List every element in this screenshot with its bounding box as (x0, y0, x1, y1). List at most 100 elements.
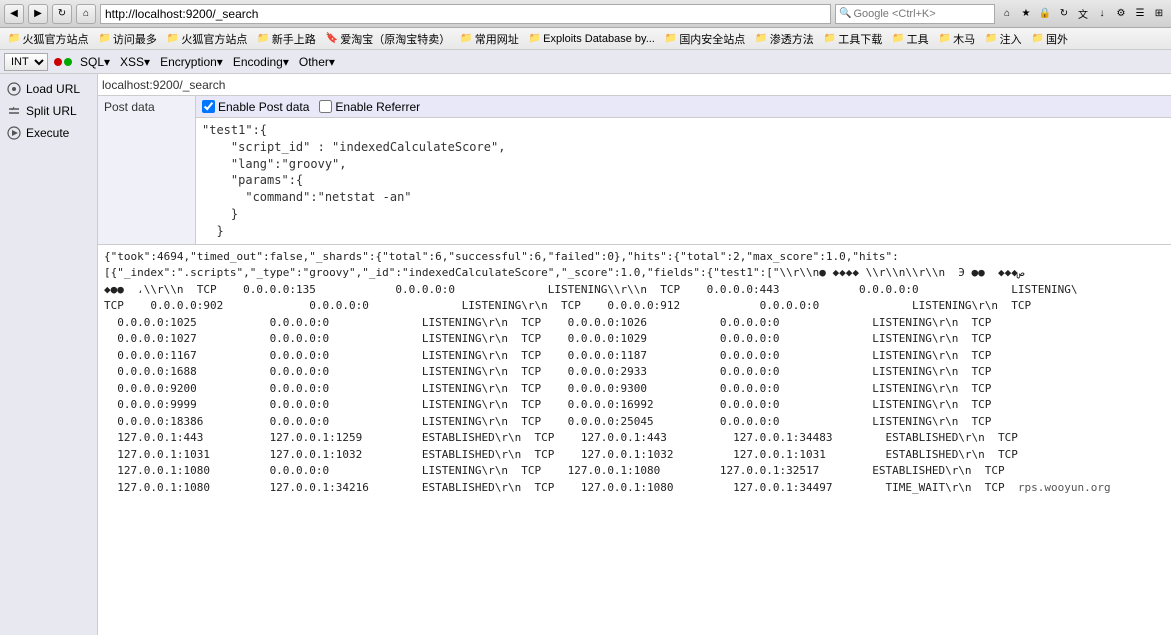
bookmark-label: 渗透方法 (770, 31, 814, 47)
enable-referrer-text: Enable Referrer (335, 100, 420, 114)
post-data-section: Post data Enable Post data Enable Referr… (98, 96, 1171, 245)
forward-button[interactable]: ▶ (28, 4, 48, 24)
bookmark-label: 新手上路 (272, 31, 316, 47)
bookmark-label: 访问最多 (113, 31, 157, 47)
bookmark-common[interactable]: 📁 常用网址 (456, 30, 522, 48)
home-button[interactable]: ⌂ (76, 4, 96, 24)
bookmark-label: 国内安全站点 (679, 31, 745, 47)
bookmark-foreign[interactable]: 📁 国外 (1028, 30, 1072, 48)
bookmark-label: 工具下载 (838, 31, 882, 47)
reload-button[interactable]: ↻ (52, 4, 72, 24)
result-line-11: 0.0.0.0:18386 0.0.0.0:0 LISTENING\r\n TC… (104, 414, 1165, 431)
bookmark-folder-icon: 📁 (167, 33, 179, 44)
xss-menu[interactable]: XSS▾ (118, 54, 152, 70)
home-icon[interactable]: ⌂ (999, 6, 1015, 22)
bookmark-folder-icon: 📁 (1032, 33, 1044, 44)
status-indicators (54, 58, 72, 66)
bookmark-folder-icon: 📁 (460, 33, 472, 44)
result-line-8: 0.0.0.0:1688 0.0.0.0:0 LISTENING\r\n TCP… (104, 364, 1165, 381)
bookmark-security[interactable]: 📁 国内安全站点 (661, 30, 749, 48)
bookmark-folder-icon: 📁 (8, 33, 20, 44)
bookmark-taobao[interactable]: 🔖 爱淘宝（原淘宝特卖） (322, 30, 454, 48)
execute-action[interactable]: Execute (0, 122, 97, 144)
green-dot (64, 58, 72, 66)
execute-label: Execute (26, 126, 69, 140)
enable-post-label[interactable]: Enable Post data (202, 100, 309, 114)
red-dot (54, 58, 62, 66)
enable-referrer-label[interactable]: Enable Referrer (319, 100, 420, 114)
load-url-label: Load URL (26, 82, 80, 96)
left-panel: Load URL Split URL Execute (0, 74, 98, 635)
main-layout: Load URL Split URL Execute (0, 74, 1171, 635)
bookmark-folder-icon: 📁 (665, 33, 677, 44)
enable-post-checkbox[interactable] (202, 100, 215, 113)
int-toolbar: INT SQL▾ XSS▾ Encryption▾ Encoding▾ Othe… (0, 50, 1171, 74)
split-url-action[interactable]: Split URL (0, 100, 97, 122)
menu-icon[interactable]: ☰ (1132, 6, 1148, 22)
bookmarks-bar: 📁 火狐官方站点 📁 访问最多 📁 火狐官方站点 📁 新手上路 🔖 爱淘宝（原淘… (0, 28, 1171, 50)
encryption-menu[interactable]: Encryption▾ (158, 54, 225, 70)
back-button[interactable]: ◀ (4, 4, 24, 24)
search-label: Google <Ctrl+K> (853, 8, 935, 20)
right-panel: localhost:9200/_search Post data Enable … (98, 74, 1171, 635)
address-bar[interactable] (100, 4, 831, 24)
extra-icon[interactable]: ⊞ (1151, 6, 1167, 22)
result-line-5: 0.0.0.0:1025 0.0.0.0:0 LISTENING\r\n TCP… (104, 315, 1165, 332)
bookmark-tool2[interactable]: 📁 工具 (888, 30, 932, 48)
int-select[interactable]: INT (4, 53, 48, 71)
download-icon[interactable]: ↓ (1094, 6, 1110, 22)
sql-menu[interactable]: SQL▾ (78, 54, 112, 70)
footer-text: rps.wooyun.org (1018, 481, 1111, 494)
enable-post-text: Enable Post data (218, 100, 309, 114)
bookmark-huhu2[interactable]: 📁 火狐官方站点 (163, 30, 251, 48)
lang-icon[interactable]: 文 (1075, 6, 1091, 22)
result-line-9: 0.0.0.0:9200 0.0.0.0:0 LISTENING\r\n TCP… (104, 381, 1165, 398)
bookmark-label: 常用网址 (475, 31, 519, 47)
result-line-13: 127.0.0.1:1031 127.0.0.1:1032 ESTABLISHE… (104, 447, 1165, 464)
post-data-right: Enable Post data Enable Referrer "test1"… (196, 96, 1171, 244)
bookmark-inject[interactable]: 📁 注入 (981, 30, 1025, 48)
lock-icon[interactable]: 🔒 (1037, 6, 1053, 22)
settings-icon[interactable]: ⚙ (1113, 6, 1129, 22)
result-line-7: 0.0.0.0:1167 0.0.0.0:0 LISTENING\r\n TCP… (104, 348, 1165, 365)
result-line-3: ◆●● ،\\r\\n TCP 0.0.0.0:135 0.0.0.0:0 LI… (104, 282, 1165, 299)
bookmark-tools[interactable]: 📁 工具下载 (820, 30, 886, 48)
load-url-icon (6, 81, 22, 97)
bookmark-newbie[interactable]: 📁 新手上路 (253, 30, 319, 48)
bookmark-label: 爱淘宝（原淘宝特卖） (340, 31, 450, 47)
bookmark-label: 注入 (1000, 31, 1022, 47)
bookmark-pentest[interactable]: 📁 渗透方法 (751, 30, 817, 48)
bookmark-page-icon: 🔖 (326, 33, 338, 44)
post-data-content[interactable]: "test1":{ "script_id" : "indexedCalculat… (196, 118, 1171, 244)
post-options-bar: Enable Post data Enable Referrer (196, 96, 1171, 118)
load-url-action[interactable]: Load URL (0, 78, 97, 100)
bookmark-folder-icon: 📁 (892, 33, 904, 44)
enable-referrer-checkbox[interactable] (319, 100, 332, 113)
bookmark-folder-icon: 📁 (755, 33, 767, 44)
bookmark-folder-icon: 📁 (529, 33, 541, 44)
result-line-1: {"took":4694,"timed_out":false,"_shards"… (104, 249, 1165, 266)
result-line-15: 127.0.0.1:1080 127.0.0.1:34216 ESTABLISH… (104, 480, 1165, 497)
bookmark-huhu1[interactable]: 📁 火狐官方站点 (4, 30, 92, 48)
refresh-icon[interactable]: ↻ (1056, 6, 1072, 22)
bookmark-visit[interactable]: 📁 访问最多 (94, 30, 160, 48)
results-area: {"took":4694,"timed_out":false,"_shards"… (98, 245, 1171, 635)
bookmark-folder-icon: 📁 (257, 33, 269, 44)
bookmark-trojan[interactable]: 📁 木马 (935, 30, 979, 48)
bookmark-label: 木马 (953, 31, 975, 47)
split-url-icon (6, 103, 22, 119)
bookmark-label: Exploits Database by... (543, 33, 655, 45)
bookmark-folder-icon: 📁 (98, 33, 110, 44)
split-url-label: Split URL (26, 104, 77, 118)
url-display-row: localhost:9200/_search (98, 74, 1171, 96)
search-icon: 🔍 (839, 8, 851, 19)
bookmark-icon[interactable]: ★ (1018, 6, 1034, 22)
url-text: localhost:9200/_search (102, 78, 225, 92)
bookmark-exploits[interactable]: 📁 Exploits Database by... (525, 32, 659, 46)
bookmark-folder-icon: 📁 (985, 33, 997, 44)
result-line-14: 127.0.0.1:1080 0.0.0.0:0 LISTENING\r\n T… (104, 463, 1165, 480)
bookmark-label: 火狐官方站点 (22, 31, 88, 47)
other-menu[interactable]: Other▾ (297, 54, 337, 70)
bookmark-folder-icon: 📁 (939, 33, 951, 44)
encoding-menu[interactable]: Encoding▾ (231, 54, 291, 70)
